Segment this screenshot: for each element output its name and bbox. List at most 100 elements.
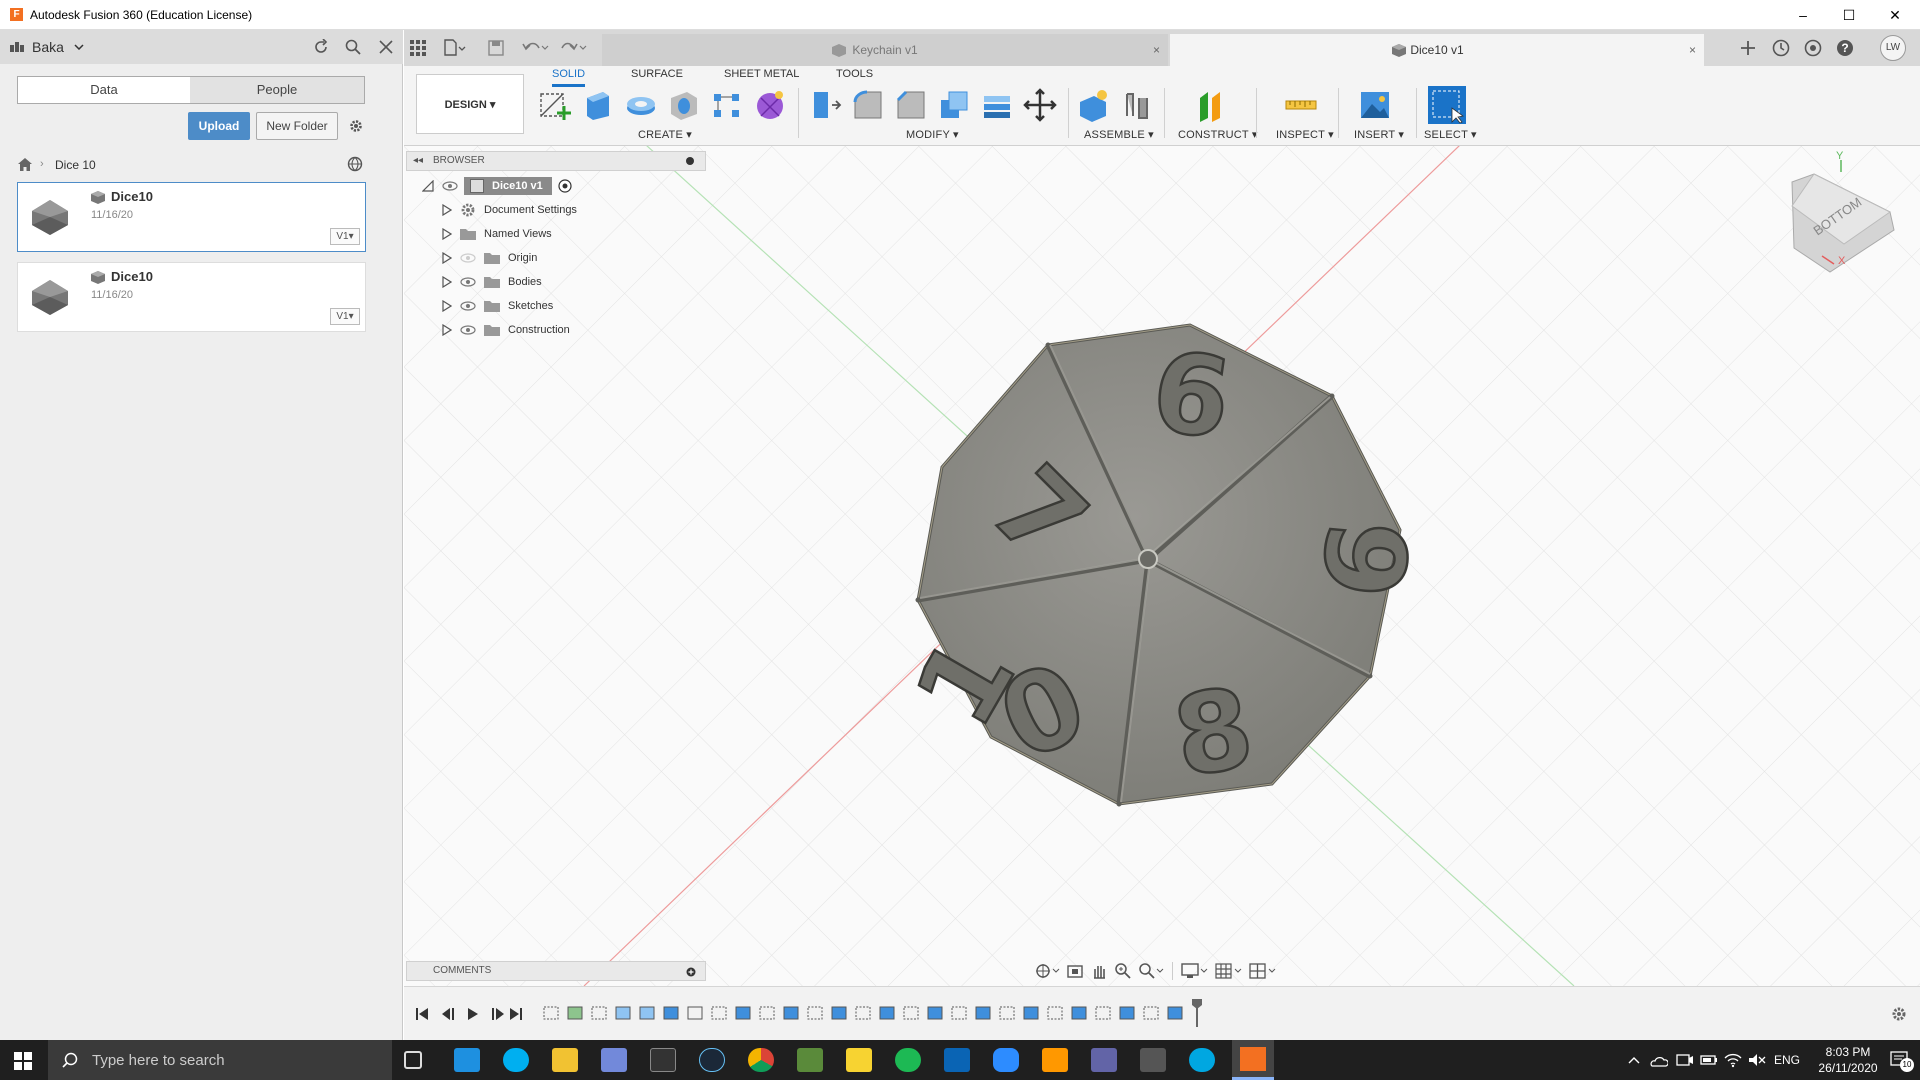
eye-icon[interactable] bbox=[460, 277, 476, 287]
close-window-button[interactable]: ✕ bbox=[1872, 0, 1918, 30]
calculator-icon[interactable] bbox=[1140, 1048, 1166, 1072]
minecraft-icon[interactable] bbox=[797, 1048, 823, 1072]
orbit-icon[interactable] bbox=[1034, 962, 1060, 980]
sticky-notes-icon[interactable] bbox=[846, 1048, 872, 1072]
zoom-window-icon[interactable] bbox=[1138, 962, 1164, 980]
expanded-triangle-icon[interactable] bbox=[422, 180, 434, 192]
chevron-down-icon[interactable] bbox=[74, 44, 84, 50]
collapse-browser-icon[interactable]: ◂◂ bbox=[413, 152, 423, 170]
close-tab-icon[interactable]: × bbox=[1689, 34, 1696, 66]
browser-item-origin[interactable]: Origin bbox=[442, 247, 537, 269]
battery-icon[interactable] bbox=[1700, 1052, 1718, 1068]
eye-icon[interactable] bbox=[460, 325, 476, 335]
hub-user-name[interactable]: Baka bbox=[32, 39, 64, 55]
sublime-text-icon[interactable] bbox=[1042, 1048, 1068, 1072]
timeline-marker[interactable] bbox=[1192, 999, 1202, 1027]
mail-app-icon[interactable] bbox=[454, 1048, 480, 1072]
construct-group-label[interactable]: CONSTRUCT ▾ bbox=[1178, 128, 1258, 141]
file-card[interactable]: Dice10 11/16/20 V1▾ bbox=[17, 262, 366, 332]
eye-icon[interactable] bbox=[442, 181, 458, 191]
insert-group-label[interactable]: INSERT ▾ bbox=[1354, 128, 1404, 141]
extrude-icon[interactable] bbox=[581, 88, 615, 122]
measure-icon[interactable] bbox=[1284, 88, 1318, 122]
go-to-end-icon[interactable] bbox=[510, 1008, 522, 1020]
assemble-group-label[interactable]: ASSEMBLE ▾ bbox=[1084, 128, 1154, 141]
tab-tools[interactable]: TOOLS bbox=[836, 68, 873, 80]
steam-icon[interactable] bbox=[699, 1048, 725, 1072]
tray-chevron-up-icon[interactable] bbox=[1628, 1056, 1640, 1064]
file-card[interactable]: Dice10 11/16/20 V1▾ bbox=[17, 182, 366, 252]
hole-icon[interactable] bbox=[667, 88, 701, 122]
save-icon[interactable] bbox=[488, 40, 504, 56]
browser-item-bodies[interactable]: Bodies bbox=[442, 271, 542, 293]
browser-item-named-views[interactable]: Named Views bbox=[442, 223, 552, 245]
step-back-icon[interactable] bbox=[442, 1008, 454, 1020]
expand-triangle-icon[interactable] bbox=[442, 276, 452, 288]
discord-icon[interactable] bbox=[601, 1048, 627, 1072]
fillet-icon[interactable] bbox=[851, 88, 885, 122]
input-language[interactable]: ENG bbox=[1772, 1040, 1802, 1080]
version-dropdown[interactable]: V1▾ bbox=[330, 308, 360, 325]
chamfer-icon[interactable] bbox=[894, 88, 928, 122]
viewports-icon[interactable] bbox=[1249, 962, 1277, 980]
action-center-icon[interactable]: 10 bbox=[1890, 1050, 1914, 1072]
modify-group-label[interactable]: MODIFY ▾ bbox=[906, 128, 959, 141]
step-forward-icon[interactable] bbox=[492, 1008, 504, 1020]
notifications-icon[interactable] bbox=[1804, 39, 1822, 57]
fusion-taskbar-button[interactable] bbox=[1232, 1040, 1274, 1080]
play-icon[interactable] bbox=[468, 1008, 478, 1020]
meet-now-icon[interactable] bbox=[1676, 1052, 1694, 1068]
file-menu-icon[interactable] bbox=[444, 39, 466, 57]
pan-hand-icon[interactable] bbox=[1090, 962, 1108, 980]
team-hub-icon[interactable] bbox=[10, 41, 24, 53]
settings-gear-icon[interactable] bbox=[348, 118, 364, 134]
browser-pin-icon[interactable] bbox=[686, 157, 694, 165]
tab-dice10[interactable]: Dice10 v1 × bbox=[1170, 34, 1704, 66]
tab-solid[interactable]: SOLID bbox=[552, 68, 586, 87]
select-icon[interactable] bbox=[1428, 86, 1466, 124]
eye-icon[interactable] bbox=[460, 301, 476, 311]
version-dropdown[interactable]: V1▾ bbox=[330, 228, 360, 245]
expand-triangle-icon[interactable] bbox=[442, 228, 452, 240]
globe-share-icon[interactable] bbox=[347, 156, 363, 172]
taskbar-search-box[interactable]: Type here to search bbox=[48, 1040, 392, 1080]
home-icon[interactable] bbox=[18, 158, 32, 171]
timeline-settings-gear-icon[interactable] bbox=[1890, 1005, 1908, 1023]
grid-apps-icon[interactable] bbox=[410, 40, 426, 56]
go-to-start-icon[interactable] bbox=[416, 1008, 428, 1020]
cura-icon[interactable] bbox=[1189, 1048, 1215, 1072]
press-pull-icon[interactable] bbox=[808, 88, 842, 122]
timeline-features[interactable] bbox=[542, 999, 1222, 1027]
browser-root-node[interactable]: Dice10 v1 bbox=[422, 175, 702, 197]
wifi-icon[interactable] bbox=[1724, 1052, 1742, 1068]
skype-icon[interactable] bbox=[503, 1048, 529, 1072]
zoom-app-icon[interactable] bbox=[993, 1048, 1019, 1072]
expand-triangle-icon[interactable] bbox=[442, 252, 452, 264]
breadcrumb[interactable]: Dice 10 bbox=[55, 158, 96, 172]
onedrive-icon[interactable] bbox=[1650, 1052, 1668, 1068]
job-status-icon[interactable] bbox=[1772, 39, 1790, 57]
create-form-icon[interactable] bbox=[753, 88, 787, 122]
tab-keychain[interactable]: Keychain v1 × bbox=[602, 34, 1168, 66]
tab-data[interactable]: Data bbox=[17, 76, 191, 104]
task-view-icon[interactable] bbox=[404, 1051, 422, 1069]
comments-panel[interactable]: COMMENTS bbox=[406, 961, 706, 981]
workspace-switcher[interactable]: DESIGN ▾ bbox=[416, 74, 524, 134]
maximize-button[interactable]: ☐ bbox=[1826, 0, 1872, 30]
select-group-label[interactable]: SELECT ▾ bbox=[1424, 128, 1477, 141]
inspect-group-label[interactable]: INSPECT ▾ bbox=[1276, 128, 1334, 141]
browser-item-construction[interactable]: Construction bbox=[442, 319, 570, 341]
teams-icon[interactable] bbox=[1091, 1048, 1117, 1072]
user-avatar[interactable]: LW bbox=[1880, 35, 1906, 61]
outlook-icon[interactable] bbox=[944, 1048, 970, 1072]
file-explorer-icon[interactable] bbox=[552, 1048, 578, 1072]
tab-people[interactable]: People bbox=[190, 76, 365, 104]
new-tab-plus-icon[interactable] bbox=[1740, 40, 1756, 56]
combine-icon[interactable] bbox=[980, 88, 1014, 122]
tab-surface[interactable]: SURFACE bbox=[631, 68, 683, 80]
epic-games-icon[interactable] bbox=[650, 1048, 676, 1072]
offset-plane-icon[interactable] bbox=[1194, 88, 1228, 122]
add-comment-icon[interactable] bbox=[686, 967, 696, 977]
zoom-icon[interactable] bbox=[1114, 962, 1132, 980]
close-panel-icon[interactable] bbox=[379, 40, 393, 54]
